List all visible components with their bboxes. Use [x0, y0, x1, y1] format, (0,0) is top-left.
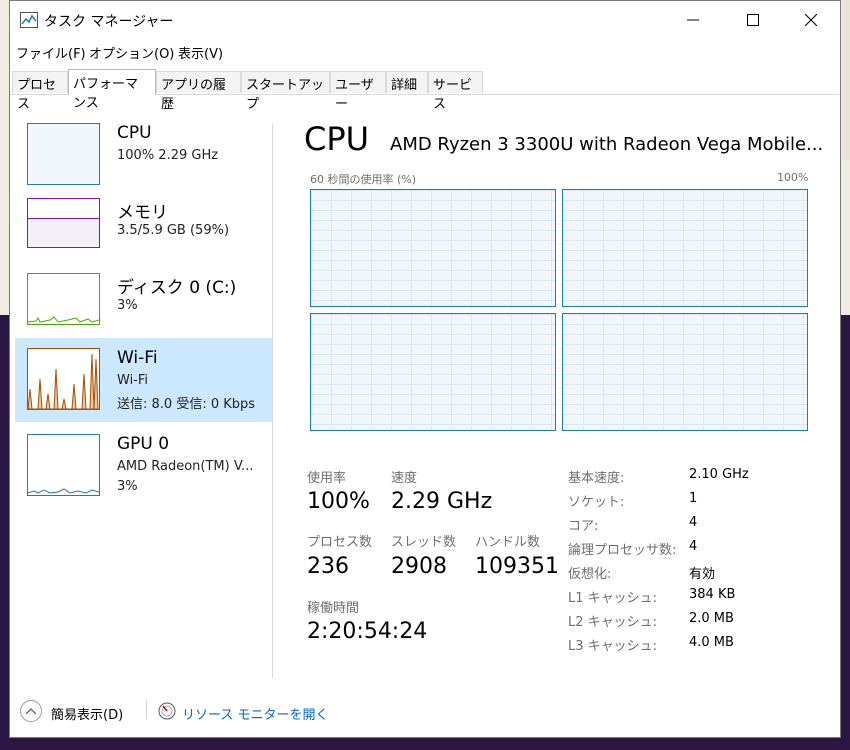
- sidebar-item-subtitle: 3%: [117, 298, 138, 313]
- spec-label: コア:: [568, 519, 599, 534]
- sidebar-item-subtitle: Wi-Fi: [117, 373, 149, 388]
- tab-processes[interactable]: プロセス: [12, 71, 68, 112]
- speed-label: 速度: [391, 471, 418, 486]
- sidebar-item-subtitle: 3.5/5.9 GB (59%): [117, 223, 230, 238]
- sidebar-item-memory[interactable]: メモリ 3.5/5.9 GB (59%): [15, 188, 273, 272]
- tab-bar: プロセス パフォーマンス アプリの履歴 スタートアップ ユーザー 詳細 サービス: [10, 69, 840, 112]
- maximize-button[interactable]: [730, 1, 776, 39]
- sidebar-item-detail: 3%: [117, 479, 138, 494]
- menu-view[interactable]: 表示(V): [178, 43, 223, 62]
- fewer-details-toggle[interactable]: [20, 700, 42, 722]
- menu-options[interactable]: オプション(O): [89, 43, 174, 62]
- tab-app-history[interactable]: アプリの履歴: [156, 71, 241, 112]
- sidebar-item-title: Wi-Fi: [117, 348, 158, 368]
- spec-value: 4.0 MB: [689, 635, 734, 650]
- memory-thumbnail-graph: [27, 198, 100, 248]
- disk-activity-line: [28, 316, 99, 323]
- threads-label: スレッド数: [391, 535, 457, 550]
- footer-separator: [146, 701, 147, 719]
- spec-label: 基本速度:: [568, 471, 625, 486]
- sidebar-item-subtitle: 100% 2.29 GHz: [117, 148, 219, 163]
- task-manager-window: タスク マネージャー ファイル(F) オプション(O) 表示(V) プロセス パ…: [9, 0, 841, 738]
- spec-value: 384 KB: [689, 587, 736, 602]
- sidebar-item-cpu[interactable]: CPU 100% 2.29 GHz: [15, 113, 273, 197]
- tab-services[interactable]: サービス: [428, 71, 483, 112]
- spec-value: 1: [689, 491, 698, 506]
- spec-value: 4: [689, 515, 698, 530]
- threads-value: 2908: [391, 554, 447, 579]
- spec-label: 仮想化:: [568, 567, 612, 582]
- cpu-core-graph-2: [562, 189, 808, 307]
- sidebar-item-gpu[interactable]: GPU 0 AMD Radeon(TM) V... 3%: [15, 424, 273, 508]
- close-icon: [805, 14, 817, 26]
- sidebar-item-detail: 送信: 8.0 受信: 0 Kbps: [117, 397, 256, 412]
- cpu-core-graph-3: [310, 313, 556, 431]
- spec-value: 有効: [689, 567, 716, 582]
- spec-label: L3 キャッシュ:: [568, 639, 658, 654]
- title-bar[interactable]: タスク マネージャー: [10, 1, 840, 39]
- open-resource-monitor-link[interactable]: リソース モニターを開く: [182, 704, 328, 723]
- menu-bar: ファイル(F) オプション(O) 表示(V): [10, 40, 840, 64]
- window-title: タスク マネージャー: [44, 14, 174, 30]
- disk-thumbnail-graph: [27, 273, 100, 325]
- spec-value: 4: [689, 539, 698, 554]
- sidebar-item-wifi[interactable]: Wi-Fi Wi-Fi 送信: 8.0 受信: 0 Kbps: [15, 338, 273, 422]
- chevron-up-icon: [26, 708, 36, 714]
- uptime-label: 稼働時間: [307, 601, 360, 616]
- fewer-details-button[interactable]: 簡易表示(D): [51, 704, 123, 723]
- minimize-button[interactable]: [670, 1, 716, 39]
- tab-details[interactable]: 詳細: [386, 71, 428, 93]
- sidebar-item-title: メモリ: [117, 203, 168, 223]
- processes-value: 236: [307, 554, 349, 579]
- spec-value: 2.0 MB: [689, 611, 734, 626]
- page-title: CPU: [304, 120, 370, 158]
- spec-label: ソケット:: [568, 495, 625, 510]
- sidebar-item-title: ディスク 0 (C:): [117, 278, 237, 298]
- background-window-edge: [840, 0, 850, 160]
- handles-label: ハンドル数: [475, 535, 541, 550]
- tab-startup[interactable]: スタートアップ: [241, 71, 330, 112]
- wifi-thumbnail-graph: [27, 348, 100, 410]
- cpu-thumbnail-graph: [27, 123, 100, 185]
- menu-file[interactable]: ファイル(F): [16, 43, 86, 62]
- processes-label: プロセス数: [307, 535, 373, 550]
- cpu-model-name: AMD Ryzen 3 3300U with Radeon Vega Mobil…: [390, 134, 824, 155]
- tab-users[interactable]: ユーザー: [330, 71, 386, 112]
- tab-performance[interactable]: パフォーマンス: [68, 69, 156, 111]
- close-button[interactable]: [788, 1, 834, 39]
- gpu-thumbnail-graph: [27, 434, 100, 496]
- handles-value: 109351: [475, 554, 559, 579]
- usage-label: 使用率: [307, 471, 347, 486]
- sidebar-item-title: CPU: [117, 123, 152, 143]
- task-manager-icon: [20, 12, 38, 28]
- sidebar-item-title: GPU 0: [117, 434, 170, 454]
- spec-label: L2 キャッシュ:: [568, 615, 658, 630]
- graph-max-label: 100%: [777, 171, 809, 184]
- graph-caption: 60 秒間の使用率 (%): [310, 173, 417, 186]
- maximize-icon: [747, 14, 759, 26]
- spec-label: L1 キャッシュ:: [568, 591, 658, 606]
- uptime-value: 2:20:54:24: [307, 619, 428, 644]
- cpu-core-graph-1: [310, 189, 556, 307]
- usage-value: 100%: [307, 489, 370, 514]
- wifi-activity-line: [28, 353, 99, 409]
- spec-value: 2.10 GHz: [689, 467, 749, 482]
- gpu-activity-line: [28, 488, 99, 494]
- panel-divider: [272, 123, 273, 678]
- speed-value: 2.29 GHz: [391, 489, 493, 514]
- minimize-icon: [687, 19, 699, 21]
- spec-label: 論理プロセッサ数:: [568, 543, 677, 558]
- sidebar-item-disk[interactable]: ディスク 0 (C:) 3%: [15, 263, 273, 347]
- sidebar-item-subtitle: AMD Radeon(TM) V...: [117, 459, 254, 474]
- resource-monitor-icon[interactable]: [158, 702, 176, 720]
- cpu-core-graph-4: [562, 313, 808, 431]
